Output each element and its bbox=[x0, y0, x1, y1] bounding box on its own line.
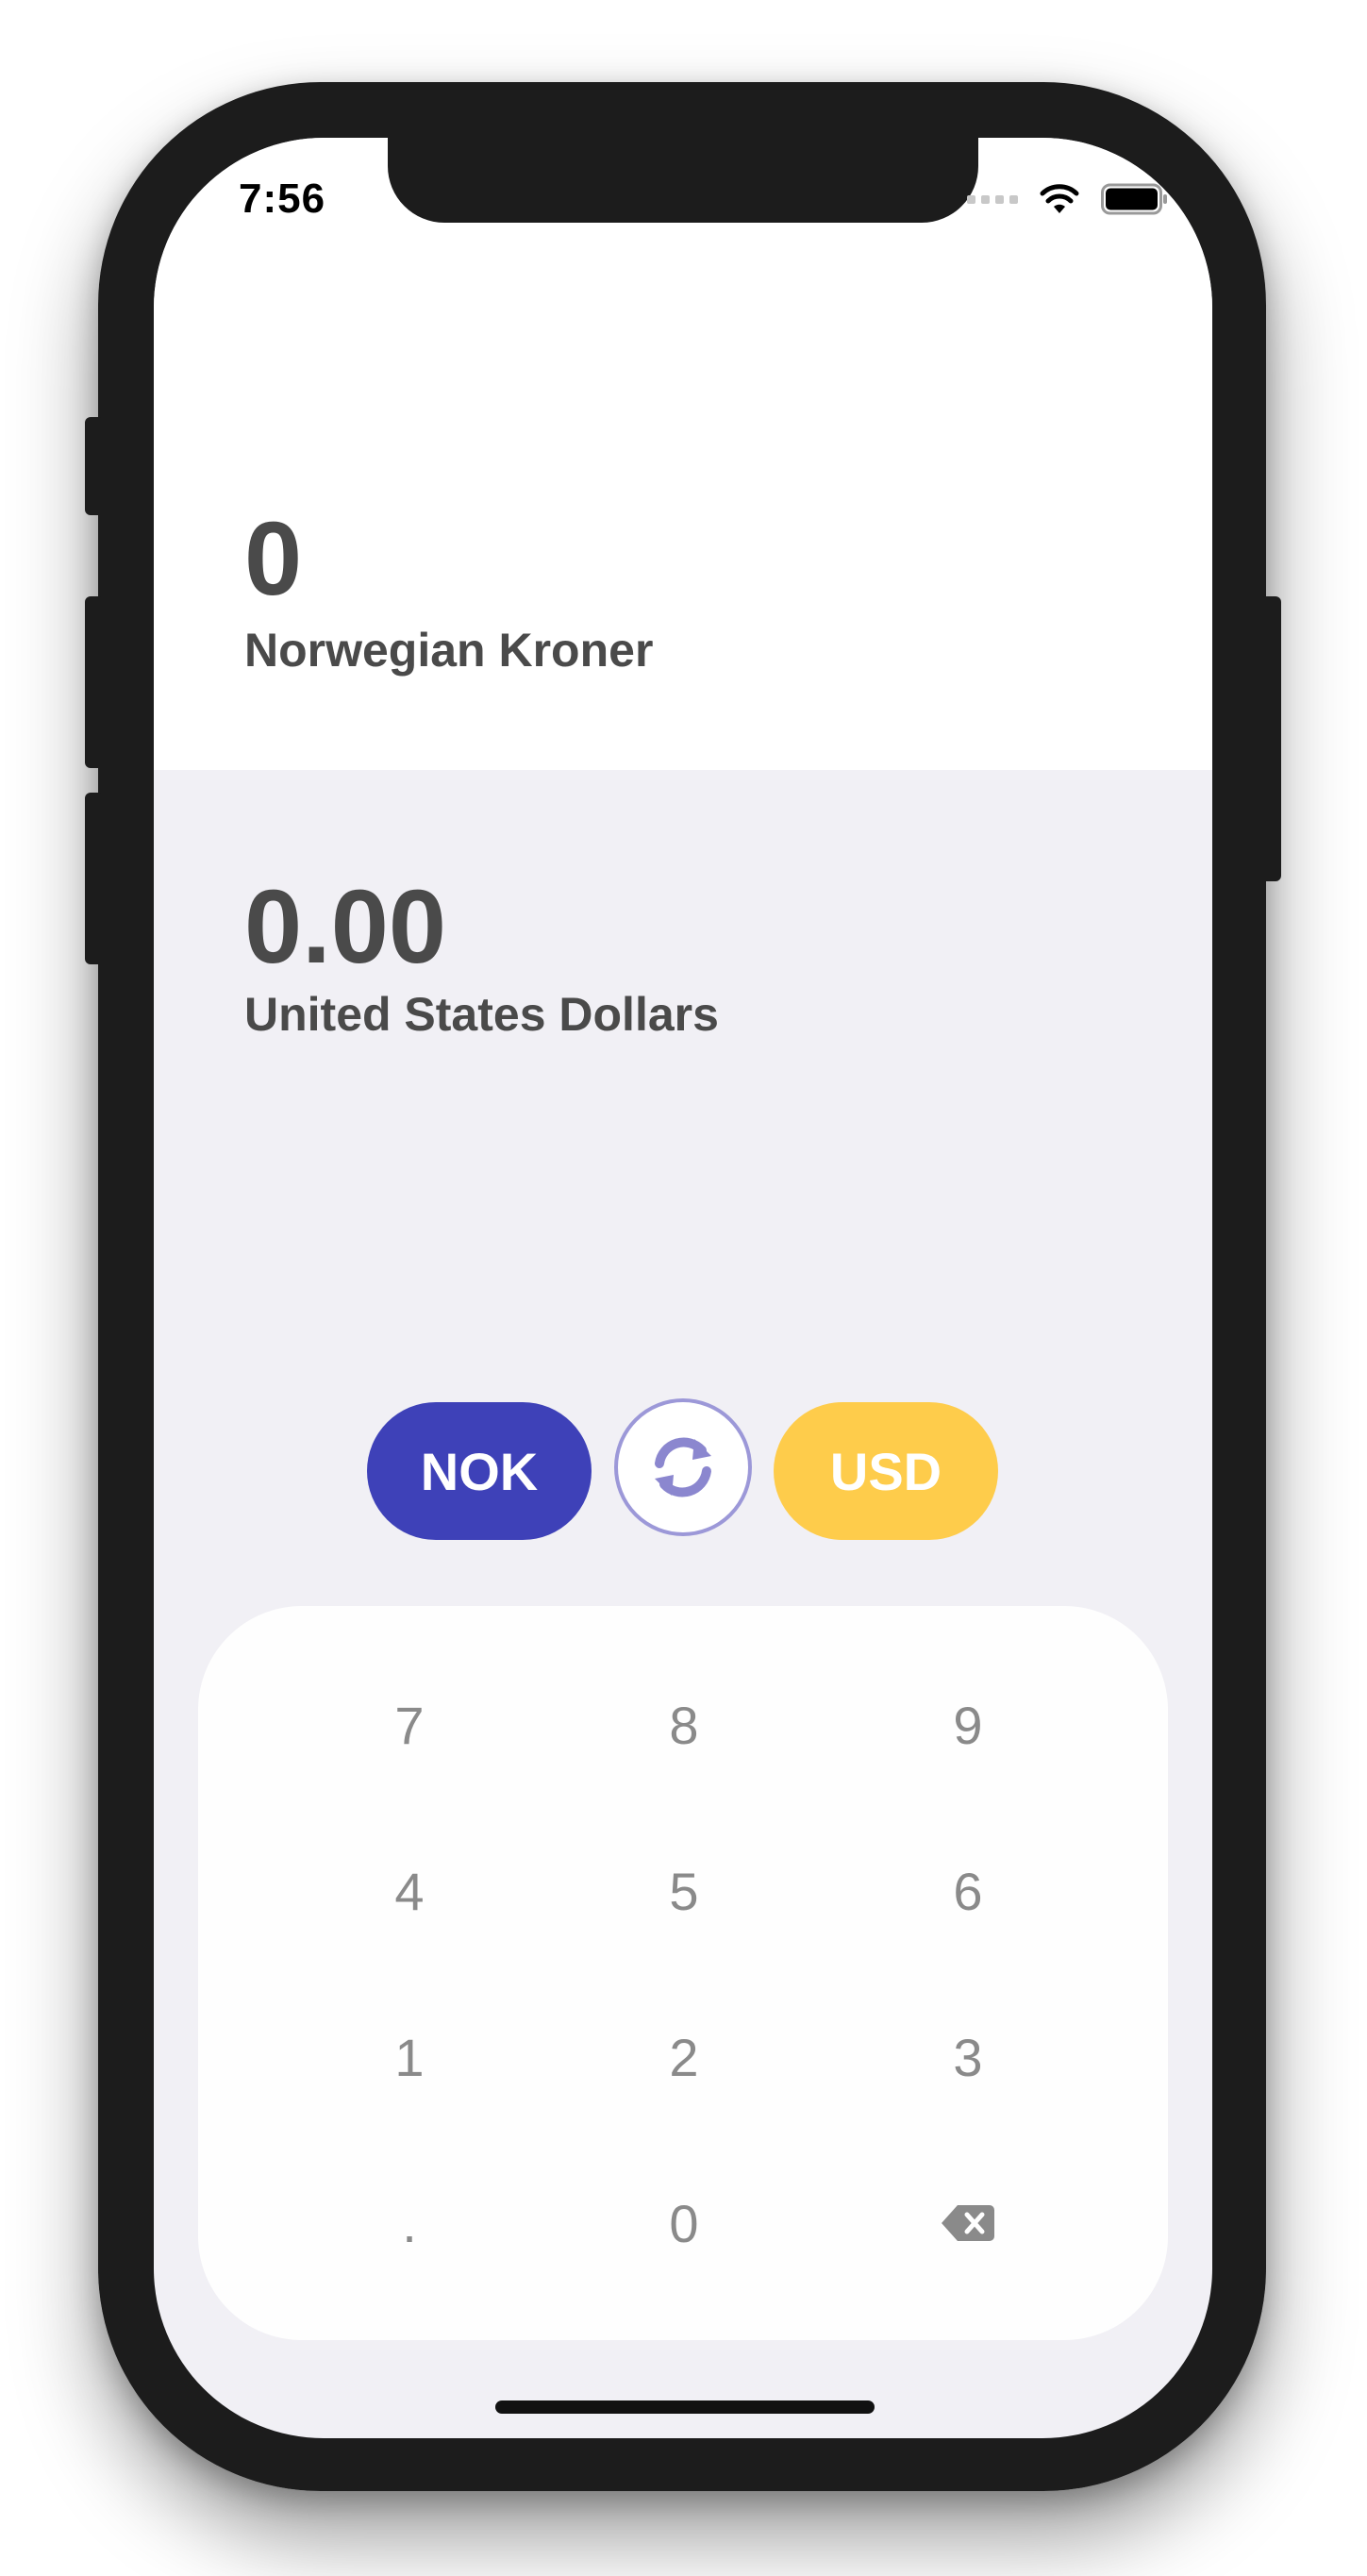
target-amount: 0.00 bbox=[244, 869, 447, 985]
battery-icon bbox=[1101, 183, 1167, 215]
status-indicators bbox=[967, 183, 1169, 215]
from-currency-button[interactable]: NOK bbox=[367, 1402, 592, 1540]
key-2[interactable]: 2 bbox=[590, 2000, 778, 2114]
key-0[interactable]: 0 bbox=[590, 2166, 778, 2280]
key-6[interactable]: 6 bbox=[874, 1834, 1062, 1948]
backspace-icon bbox=[942, 2205, 994, 2241]
wifi-icon bbox=[1040, 184, 1079, 213]
key-9[interactable]: 9 bbox=[874, 1668, 1062, 1781]
backspace-button[interactable] bbox=[874, 2166, 1062, 2280]
power-button bbox=[1260, 596, 1281, 881]
mute-switch bbox=[85, 417, 104, 515]
key-1[interactable]: 1 bbox=[315, 2000, 504, 2114]
key-8[interactable]: 8 bbox=[590, 1668, 778, 1781]
swap-currencies-button[interactable] bbox=[614, 1398, 752, 1536]
key-3[interactable]: 3 bbox=[874, 2000, 1062, 2114]
volume-up-button bbox=[85, 596, 104, 768]
key-4[interactable]: 4 bbox=[315, 1834, 504, 1948]
source-panel[interactable]: 0 Norwegian Kroner bbox=[154, 138, 1212, 770]
target-currency-name: United States Dollars bbox=[244, 988, 719, 1041]
to-currency-button[interactable]: USD bbox=[774, 1402, 998, 1540]
key-7[interactable]: 7 bbox=[315, 1668, 504, 1781]
home-indicator[interactable] bbox=[495, 2400, 875, 2414]
key-decimal[interactable]: . bbox=[315, 2166, 504, 2280]
volume-down-button bbox=[85, 793, 104, 964]
key-5[interactable]: 5 bbox=[590, 1834, 778, 1948]
app-screen: 0 Norwegian Kroner 7:56 0.00 United Stat… bbox=[154, 138, 1212, 2438]
keypad: 7 8 9 4 5 6 1 2 3 . 0 bbox=[198, 1606, 1168, 2340]
notch bbox=[388, 138, 978, 223]
status-time: 7:56 bbox=[239, 176, 326, 222]
swap-arrows-icon bbox=[655, 1437, 711, 1497]
source-currency-name: Norwegian Kroner bbox=[244, 624, 654, 677]
cellular-signal-icon bbox=[967, 194, 1018, 204]
source-amount: 0 bbox=[244, 501, 303, 617]
